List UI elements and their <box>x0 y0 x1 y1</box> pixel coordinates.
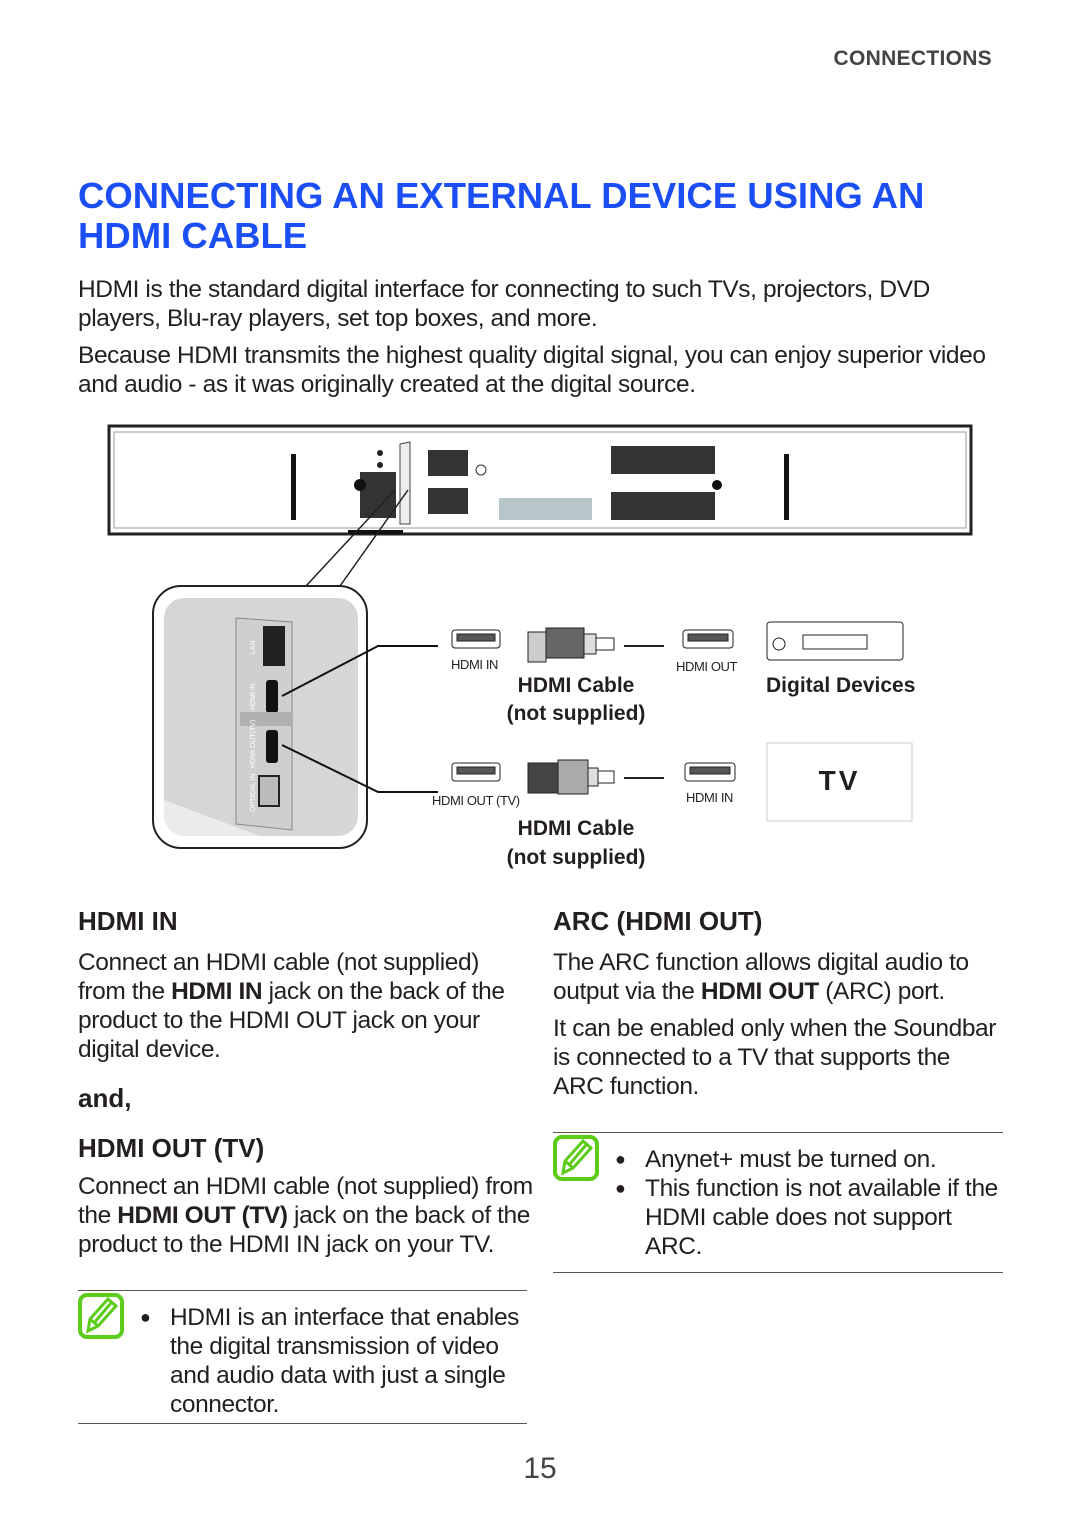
arc-note: Anynet+ must be turned on.This function … <box>553 1132 1003 1273</box>
panel-label-hdmi-in: HDMI IN <box>250 683 257 710</box>
top-connectors <box>451 621 904 663</box>
and-text: and, <box>78 1083 132 1113</box>
top-right-port-label: HDMI OUT <box>676 659 738 674</box>
intro-paragraph-2: Because HDMI transmits the highest quali… <box>78 342 986 398</box>
bottom-right-port-label: HDMI IN <box>686 790 734 805</box>
intro-paragraph-1: HDMI is the standard digital interface f… <box>78 276 930 332</box>
arc-text-1: The ARC function allows digital audio to… <box>553 949 969 1005</box>
note-item: Anynet+ must be turned on. <box>553 1145 1003 1174</box>
hdmi-in-text: Connect an HDMI cable (not supplied) fro… <box>78 949 505 1063</box>
arc-text-2: It can be enabled only when the Soundbar… <box>553 1015 997 1100</box>
bottom-cable-note: (not supplied) <box>506 846 646 869</box>
manual-page: CONNECTIONS CONNECTING AN EXTERNAL DEVIC… <box>0 0 1080 1527</box>
hdmi-out-port <box>266 730 278 763</box>
hdmi-in-heading: HDMI IN <box>78 906 178 936</box>
top-cable-label: HDMI Cable <box>517 674 635 697</box>
hdmi-out-text: Connect an HDMI cable (not supplied) fro… <box>78 1173 533 1258</box>
digital-devices-label: Digital Devices <box>766 674 916 697</box>
page-number: 15 <box>523 1452 557 1485</box>
bottom-cable-label: HDMI Cable <box>517 817 635 840</box>
panel-label-hdmi-out: HDMI OUT(TV) <box>250 719 257 768</box>
hdmi-in-port <box>266 680 278 713</box>
connection-diagram <box>107 424 973 849</box>
bottom-left-port-label: HDMI OUT (TV) <box>432 793 520 808</box>
panel-label-optical-in: OPTICAL IN <box>250 773 257 812</box>
note-item: HDMI is an interface that enables the di… <box>78 1303 527 1419</box>
section-header: CONNECTIONS <box>833 47 992 70</box>
arc-heading: ARC (HDMI OUT) <box>553 906 763 936</box>
top-cable-note: (not supplied) <box>506 702 646 725</box>
soundbar-back-panel <box>107 424 973 536</box>
optical-in-port <box>258 775 280 807</box>
lan-port <box>263 626 285 666</box>
tv-label: TV <box>818 765 861 796</box>
hdmi-note: HDMI is an interface that enables the di… <box>78 1290 527 1424</box>
note-item: This function is not available if the HD… <box>553 1174 1003 1261</box>
hdmi-out-heading: HDMI OUT (TV) <box>78 1133 265 1163</box>
page-title: CONNECTING AN EXTERNAL DEVICE USING AN H… <box>78 175 925 256</box>
top-left-port-label: HDMI IN <box>451 657 499 672</box>
panel-label-lan: LAN <box>250 640 257 654</box>
